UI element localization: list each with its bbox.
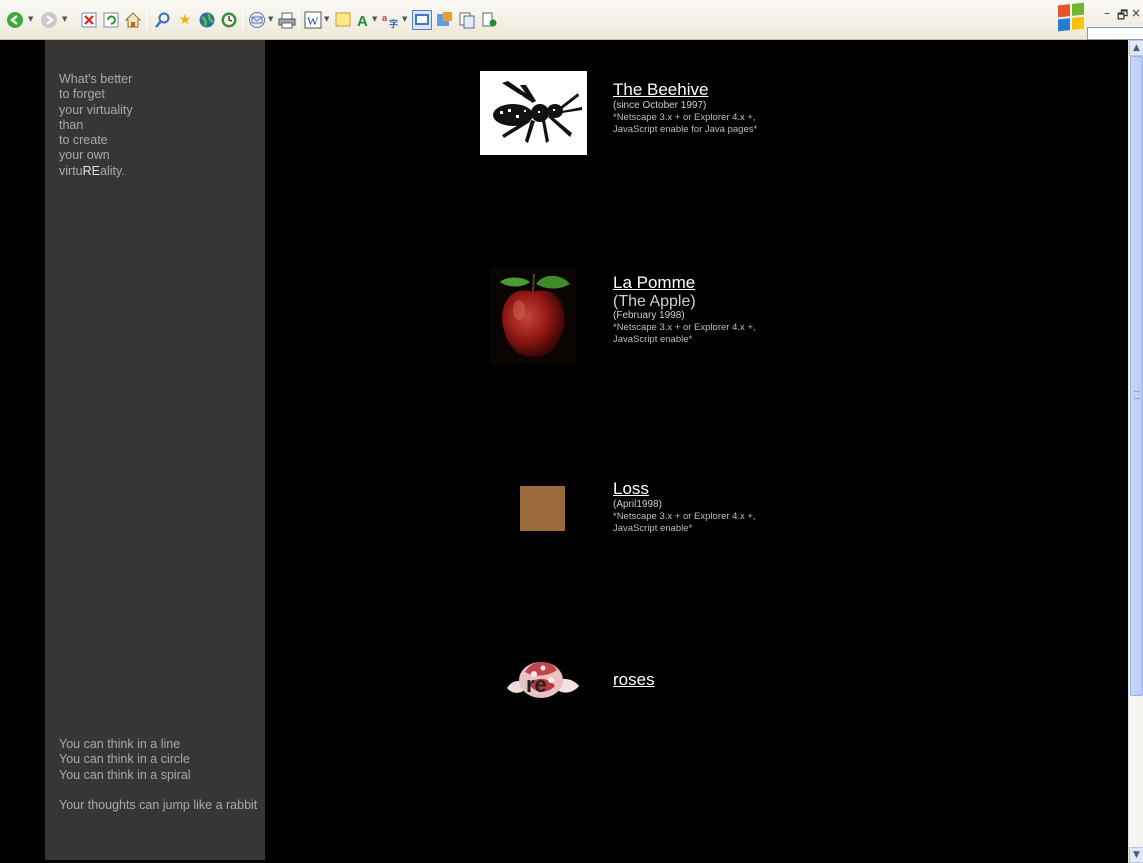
sidebar: What's better to forget your virtuality …	[45, 40, 265, 860]
beehive-note: *Netscape 3.x + or Explorer 4.x +,	[613, 112, 756, 123]
loss-note: JavaScript enable*	[613, 523, 693, 534]
poem-line: What's better	[59, 72, 133, 86]
ie-toolbar: ▼ ▼ ★ ▼ W ▼ A ▼ a字 ▼ – 🗗 ×	[0, 0, 1143, 40]
poem-line: to forget	[59, 87, 105, 102]
restore-icon[interactable]: 🗗	[1117, 6, 1128, 27]
media-icon[interactable]	[198, 11, 216, 29]
back-icon[interactable]	[6, 11, 24, 29]
beehive-image[interactable]	[480, 71, 587, 155]
poem-line: your own	[59, 148, 110, 163]
search-icon[interactable]	[154, 11, 172, 29]
discuss-icon[interactable]	[334, 11, 352, 29]
scroll-down-icon[interactable]: ▼	[1129, 847, 1143, 863]
translate-dropdown-icon[interactable]: ▼	[402, 15, 409, 23]
loss-image[interactable]	[520, 486, 565, 531]
forward-icon[interactable]	[40, 11, 58, 29]
favorites-icon[interactable]: ★	[176, 11, 194, 29]
pomme-note: *Netscape 3.x + or Explorer 4.x +,	[613, 322, 756, 333]
poem-line: to create	[59, 133, 108, 148]
messenger-icon[interactable]	[436, 11, 454, 29]
poem-last-suffix: ality.	[100, 163, 125, 178]
thought-final: Your thoughts can jump like a rabbit	[59, 797, 258, 812]
edit-dropdown-icon[interactable]: ▼	[324, 15, 331, 23]
beehive-note: JavaScript enable for Java pages*	[613, 124, 758, 135]
loss-link[interactable]: Loss	[613, 479, 649, 499]
back-dropdown-icon[interactable]: ▼	[28, 15, 35, 23]
toolbar-separator	[298, 9, 299, 31]
scroll-up-icon[interactable]: ▲	[1129, 40, 1143, 56]
poem-last-prefix: virtu	[59, 163, 83, 178]
pomme-link[interactable]: La Pomme	[613, 273, 695, 293]
pomme-entry: La Pomme (The Apple) (February 1998) *Ne…	[613, 273, 756, 346]
poem-last-line: virtuREality.	[59, 164, 133, 179]
svg-text:a: a	[382, 13, 388, 23]
close-icon[interactable]: ×	[1131, 6, 1141, 20]
forward-dropdown-icon[interactable]: ▼	[62, 15, 69, 23]
translate-icon[interactable]: a字	[382, 11, 400, 29]
thought-line: You can think in a spiral	[59, 767, 191, 782]
windows-logo-icon	[1058, 2, 1084, 32]
pomme-note: JavaScript enable*	[613, 334, 693, 345]
poem-line: than	[59, 117, 84, 132]
edit-icon[interactable]: W	[304, 11, 322, 29]
loss-entry: Loss (April1998) *Netscape 3.x + or Expl…	[613, 479, 756, 535]
pomme-subtitle: (The Apple)	[613, 293, 696, 310]
scrollbar-thumb[interactable]	[1130, 56, 1143, 696]
poem-line: your virtuality	[59, 102, 133, 117]
history-icon[interactable]	[220, 11, 238, 29]
vertical-scrollbar[interactable]: ▲ ▼	[1128, 40, 1143, 863]
font-dropdown-icon[interactable]: ▼	[372, 15, 379, 23]
copy-icon[interactable]	[458, 11, 476, 29]
address-bar[interactable]	[1087, 27, 1143, 40]
pomme-date: (February 1998)	[613, 310, 685, 321]
screen-icon[interactable]	[412, 10, 432, 30]
loss-note: *Netscape 3.x + or Explorer 4.x +,	[613, 511, 756, 522]
poem-highlight: RE	[82, 163, 100, 178]
mail-dropdown-icon[interactable]: ▼	[268, 15, 275, 23]
beehive-date: (since October 1997)	[613, 100, 707, 111]
minimize-icon[interactable]: –	[1104, 6, 1110, 20]
thought-line: You can think in a line	[59, 737, 181, 751]
sidebar-thoughts: You can think in a line You can think in…	[59, 737, 259, 813]
home-icon[interactable]	[124, 11, 142, 29]
roses-image-text: re	[526, 672, 547, 697]
beehive-entry: The Beehive (since October 1997) *Netsca…	[613, 80, 757, 136]
svg-text:字: 字	[389, 18, 398, 29]
roses-image[interactable]: re	[499, 654, 583, 704]
sidebar-poem: What's better to forget your virtuality …	[59, 72, 133, 179]
mail-icon[interactable]	[248, 11, 266, 29]
roses-entry: roses	[613, 670, 655, 690]
page-content: What's better to forget your virtuality …	[0, 40, 1128, 863]
svg-text:A: A	[357, 13, 368, 29]
refresh-icon[interactable]	[102, 11, 120, 29]
svg-text:W: W	[307, 14, 319, 28]
research-icon[interactable]	[480, 11, 498, 29]
toolbar-separator	[146, 9, 147, 31]
thought-line: You can think in a circle	[59, 752, 190, 767]
beehive-link[interactable]: The Beehive	[613, 80, 708, 100]
toolbar-separator	[242, 9, 243, 31]
stop-icon[interactable]	[80, 11, 98, 29]
apple-image[interactable]	[490, 268, 576, 364]
loss-date: (April1998)	[613, 499, 662, 510]
print-icon[interactable]	[278, 11, 296, 29]
roses-link[interactable]: roses	[613, 670, 655, 690]
